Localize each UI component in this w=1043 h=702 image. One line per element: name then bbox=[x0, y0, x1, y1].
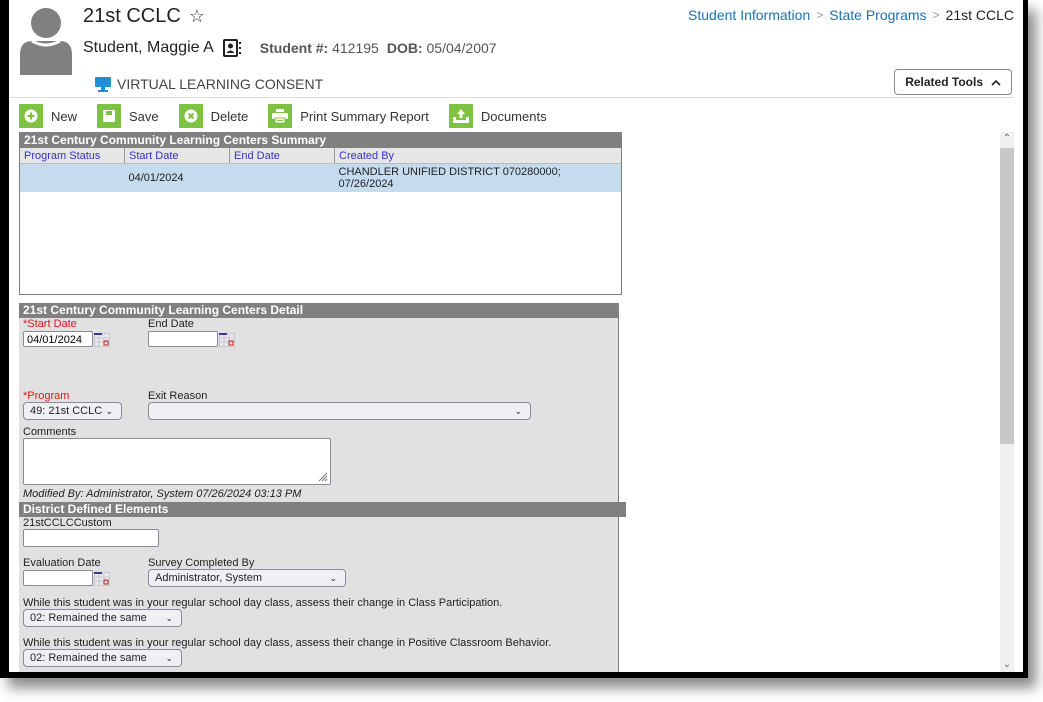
modified-by-text: Modified By: Administrator, System 07/26… bbox=[23, 488, 302, 500]
student-avatar-icon bbox=[18, 5, 74, 75]
custom-field-label: 21stCCLCCustom bbox=[23, 517, 112, 529]
detail-panel-title: 21st Century Community Learning Centers … bbox=[19, 303, 618, 318]
new-button[interactable]: New bbox=[19, 104, 77, 128]
plus-circle-icon bbox=[19, 104, 43, 128]
save-disk-icon bbox=[97, 104, 122, 128]
district-defined-elements-title: District Defined Elements bbox=[19, 502, 626, 517]
detail-panel: 21st Century Community Learning Centers … bbox=[19, 303, 626, 672]
cell-start-date: 04/01/2024 bbox=[124, 163, 230, 192]
student-number-value: 412195 bbox=[332, 40, 379, 56]
monitor-icon bbox=[95, 76, 111, 92]
end-date-label: End Date bbox=[148, 318, 194, 330]
delete-button[interactable]: Delete bbox=[178, 104, 249, 128]
cell-program-status bbox=[20, 163, 125, 192]
student-info: Student, Maggie A Student #: 412195 DOB:… bbox=[83, 38, 497, 58]
cell-end-date bbox=[229, 163, 335, 192]
related-tools-label: Related Tools bbox=[905, 75, 983, 89]
student-dob: DOB: 05/04/2007 bbox=[387, 40, 497, 56]
column-header-start-date[interactable]: Start Date bbox=[124, 148, 230, 164]
delete-label: Delete bbox=[210, 108, 249, 124]
end-date-input[interactable] bbox=[148, 331, 218, 347]
upload-tray-icon bbox=[448, 104, 473, 128]
student-number-label: Student #: bbox=[259, 40, 329, 56]
save-button[interactable]: Save bbox=[97, 104, 159, 128]
program-select[interactable]: 49: 21st CCLC ⌄ bbox=[23, 402, 122, 420]
vertical-scrollbar[interactable]: ⌃ ⌄ bbox=[1000, 132, 1014, 672]
survey-completed-by-label: Survey Completed By bbox=[148, 557, 255, 569]
resize-handle-icon[interactable] bbox=[316, 470, 328, 482]
print-summary-report-button[interactable]: Print Summary Report bbox=[268, 104, 429, 128]
star-outline-icon[interactable]: ☆ bbox=[189, 6, 205, 27]
toolbar: New Save Delete Print Summary Report Doc… bbox=[19, 104, 567, 128]
column-header-created-by[interactable]: Created By bbox=[334, 148, 621, 164]
app-window: 21st CCLC ☆ Student, Maggie A Student #:… bbox=[0, 0, 1028, 678]
documents-label: Documents bbox=[480, 108, 547, 124]
dob-value: 05/04/2007 bbox=[426, 40, 497, 56]
virtual-learning-consent[interactable]: VIRTUAL LEARNING CONSENT bbox=[95, 76, 323, 92]
chevron-up-icon bbox=[991, 79, 1001, 86]
chevron-down-icon: ⌄ bbox=[165, 613, 173, 623]
class-participation-select[interactable]: 02: Remained the same ⌄ bbox=[23, 609, 182, 627]
breadcrumb: Student Information > State Programs > 2… bbox=[688, 7, 1014, 23]
survey-completed-by-value: Administrator, System bbox=[155, 572, 262, 584]
dob-label: DOB: bbox=[386, 40, 423, 56]
virtual-learning-label: VIRTUAL LEARNING CONSENT bbox=[117, 76, 324, 92]
scroll-up-icon[interactable]: ⌃ bbox=[1000, 132, 1014, 146]
new-label: New bbox=[51, 108, 78, 124]
positive-behavior-label: While this student was in your regular s… bbox=[23, 637, 552, 649]
chevron-right-icon: > bbox=[816, 8, 824, 22]
program-label: *Program bbox=[23, 390, 70, 402]
evaluation-date-label: Evaluation Date bbox=[23, 557, 101, 569]
summary-panel-title: 21st Century Community Learning Centers … bbox=[20, 133, 621, 148]
x-circle-icon bbox=[178, 104, 203, 128]
chevron-down-icon: ⌄ bbox=[514, 406, 522, 416]
exit-reason-label: Exit Reason bbox=[148, 390, 208, 402]
calendar-icon[interactable] bbox=[94, 572, 110, 586]
column-header-end-date[interactable]: End Date bbox=[229, 148, 335, 164]
exit-reason-select[interactable]: ⌄ bbox=[148, 402, 531, 420]
positive-behavior-value: 02: Remained the same bbox=[30, 652, 147, 664]
page-title-text: 21st CCLC bbox=[83, 5, 181, 27]
calendar-icon[interactable] bbox=[94, 333, 110, 347]
calendar-icon[interactable] bbox=[219, 333, 235, 347]
summary-panel: 21st Century Community Learning Centers … bbox=[19, 132, 622, 295]
contact-card-icon[interactable] bbox=[222, 38, 242, 58]
chevron-right-icon: > bbox=[932, 8, 940, 22]
cell-created-by: CHANDLER UNIFIED DISTRICT 070280000; 07/… bbox=[334, 163, 621, 192]
breadcrumb-state-programs[interactable]: State Programs bbox=[829, 7, 926, 23]
column-header-program-status[interactable]: Program Status bbox=[20, 148, 125, 164]
comments-label: Comments bbox=[23, 426, 77, 438]
related-tools-button[interactable]: Related Tools bbox=[894, 69, 1012, 95]
scroll-down-icon[interactable]: ⌄ bbox=[1000, 658, 1014, 672]
class-participation-label: While this student was in your regular s… bbox=[23, 597, 503, 609]
chevron-down-icon: ⌄ bbox=[105, 406, 113, 416]
student-name: Student, Maggie A bbox=[83, 39, 214, 56]
summary-table: Program Status Start Date End Date Creat… bbox=[20, 148, 621, 192]
evaluation-date-input[interactable] bbox=[23, 570, 93, 586]
student-number: Student #: 412195 bbox=[260, 40, 379, 56]
scrollbar-thumb[interactable] bbox=[1000, 148, 1014, 444]
comments-textarea[interactable] bbox=[23, 438, 331, 485]
custom-field-input[interactable] bbox=[23, 529, 159, 547]
start-date-input[interactable]: 04/01/2024 bbox=[23, 331, 93, 347]
documents-button[interactable]: Documents bbox=[448, 104, 547, 128]
page-title: 21st CCLC ☆ bbox=[83, 5, 205, 28]
printer-icon bbox=[268, 104, 293, 128]
chevron-down-icon: ⌄ bbox=[329, 573, 337, 583]
table-row[interactable]: 04/01/2024 CHANDLER UNIFIED DISTRICT 070… bbox=[20, 163, 621, 192]
program-select-value: 49: 21st CCLC bbox=[30, 405, 103, 417]
start-date-label: *Start Date bbox=[23, 318, 77, 330]
class-participation-value: 02: Remained the same bbox=[30, 612, 147, 624]
breadcrumb-student-information[interactable]: Student Information bbox=[688, 7, 810, 23]
header-divider bbox=[9, 97, 1014, 98]
chevron-down-icon: ⌄ bbox=[165, 653, 173, 663]
positive-behavior-select[interactable]: 02: Remained the same ⌄ bbox=[23, 649, 182, 667]
save-label: Save bbox=[129, 108, 159, 124]
print-summary-report-label: Print Summary Report bbox=[300, 108, 429, 124]
breadcrumb-current: 21st CCLC bbox=[945, 7, 1014, 23]
survey-completed-by-select[interactable]: Administrator, System ⌄ bbox=[148, 569, 346, 587]
